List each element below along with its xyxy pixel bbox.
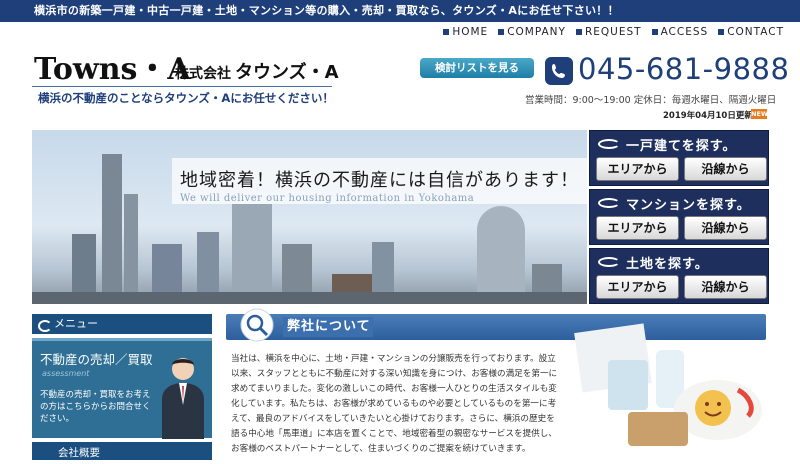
building-shape [232, 204, 272, 304]
sell-assessment-banner[interactable]: 不動産の売却／買取 assessment 不動産の売却・買取をお考えの方はこちら… [32, 338, 212, 439]
search-land-by-line-button[interactable]: 沿線から [684, 275, 767, 299]
building-shape [124, 194, 138, 304]
company-prefix: 株式会社 [175, 66, 231, 82]
hero-subtitle: We will deliver our housing information … [180, 193, 475, 204]
about-heading: 弊社について [283, 317, 373, 337]
nav-label: HOME [452, 26, 489, 38]
square-bullet-icon [498, 29, 505, 35]
square-bullet-icon [651, 29, 658, 35]
swirl-icon [598, 139, 620, 149]
search-land-box: 土地を探す。 エリアから 沿線から [589, 248, 769, 304]
business-hours: 営業時間：9:00～19:00 定休日：毎週水曜日、隔週火曜日 [525, 95, 777, 106]
search-mansion-by-area-button[interactable]: エリアから [596, 216, 679, 240]
tagline: 横浜の不動産のことならタウンズ・Aにお任せください！ [38, 91, 334, 105]
building-shape [477, 206, 525, 304]
businessman-image [162, 358, 204, 439]
building-shape [102, 154, 122, 304]
search-title: マンションを探す。 [626, 198, 751, 213]
logo-divider [32, 86, 332, 87]
search-title: 一戸建てを探す。 [626, 139, 737, 154]
nav-contact[interactable]: CONTACT [718, 26, 784, 38]
nav-label: REQUEST [584, 26, 642, 38]
search-mansion-box: マンションを探す。 エリアから 沿線から [589, 189, 769, 245]
square-bullet-icon [718, 29, 725, 35]
site-logo[interactable]: Towns・A [34, 44, 191, 88]
search-land-by-area-button[interactable]: エリアから [596, 275, 679, 299]
nav-label: ACCESS [660, 26, 709, 38]
search-house-box: 一戸建てを探す。 エリアから 沿線から [589, 130, 769, 186]
menu-heading: メニュー [32, 314, 212, 334]
hero-title: 地域密着！横浜の不動産には自信があります！ [180, 170, 579, 191]
building-shape [32, 292, 587, 304]
review-list-button[interactable]: 検討リストを見る [420, 58, 534, 78]
breakfast-photo [574, 323, 762, 446]
nav-label: COMPANY [507, 26, 566, 38]
top-banner: 横浜市の新築一戸建・中古一戸建・土地・マンション等の購入・売却・買取なら、タウン… [0, 0, 800, 22]
global-nav: HOME COMPANY REQUEST ACCESS CONTACT [443, 26, 784, 38]
search-house-by-area-button[interactable]: エリアから [596, 157, 679, 181]
nav-home[interactable]: HOME [443, 26, 488, 38]
swirl-icon [598, 198, 620, 208]
hero-banner: 地域密着！横浜の不動産には自信があります！ We will deliver ou… [32, 130, 587, 304]
sell-description: 不動産の売却・買取をお考えの方はこちらからお問合せください。 [40, 390, 151, 424]
nav-access[interactable]: ACCESS [651, 26, 709, 38]
company-overview-heading[interactable]: 会社概要 [32, 442, 212, 460]
search-title: 土地を探す。 [626, 257, 709, 272]
sell-subtitle: assessment [42, 369, 90, 378]
update-date: 2019年04月10日更新 [663, 111, 753, 121]
magnifier-icon [240, 308, 274, 342]
new-badge: NEW [751, 109, 769, 119]
phone-icon [545, 57, 573, 85]
swirl-icon [598, 257, 620, 267]
nav-label: CONTACT [727, 26, 784, 38]
property-search-panel: 一戸建てを探す。 エリアから 沿線から マンションを探す。 エリアから 沿線から… [589, 130, 769, 307]
nav-company[interactable]: COMPANY [498, 26, 566, 38]
search-mansion-by-line-button[interactable]: 沿線から [684, 216, 767, 240]
about-body: 当社は、横浜を中心に、土地・戸建・マンションの分譲販売を行っております。設立以来… [231, 354, 558, 454]
company-name: 株式会社 タウンズ・A [175, 58, 339, 84]
nav-request[interactable]: REQUEST [575, 26, 642, 38]
search-house-by-line-button[interactable]: 沿線から [684, 157, 767, 181]
sell-title: 不動産の売却／買取 [40, 352, 153, 367]
square-bullet-icon [575, 29, 582, 35]
phone-number[interactable]: 045-681-9888 [578, 52, 789, 86]
company-main-name: タウンズ・A [235, 62, 339, 83]
square-bullet-icon [443, 29, 450, 35]
